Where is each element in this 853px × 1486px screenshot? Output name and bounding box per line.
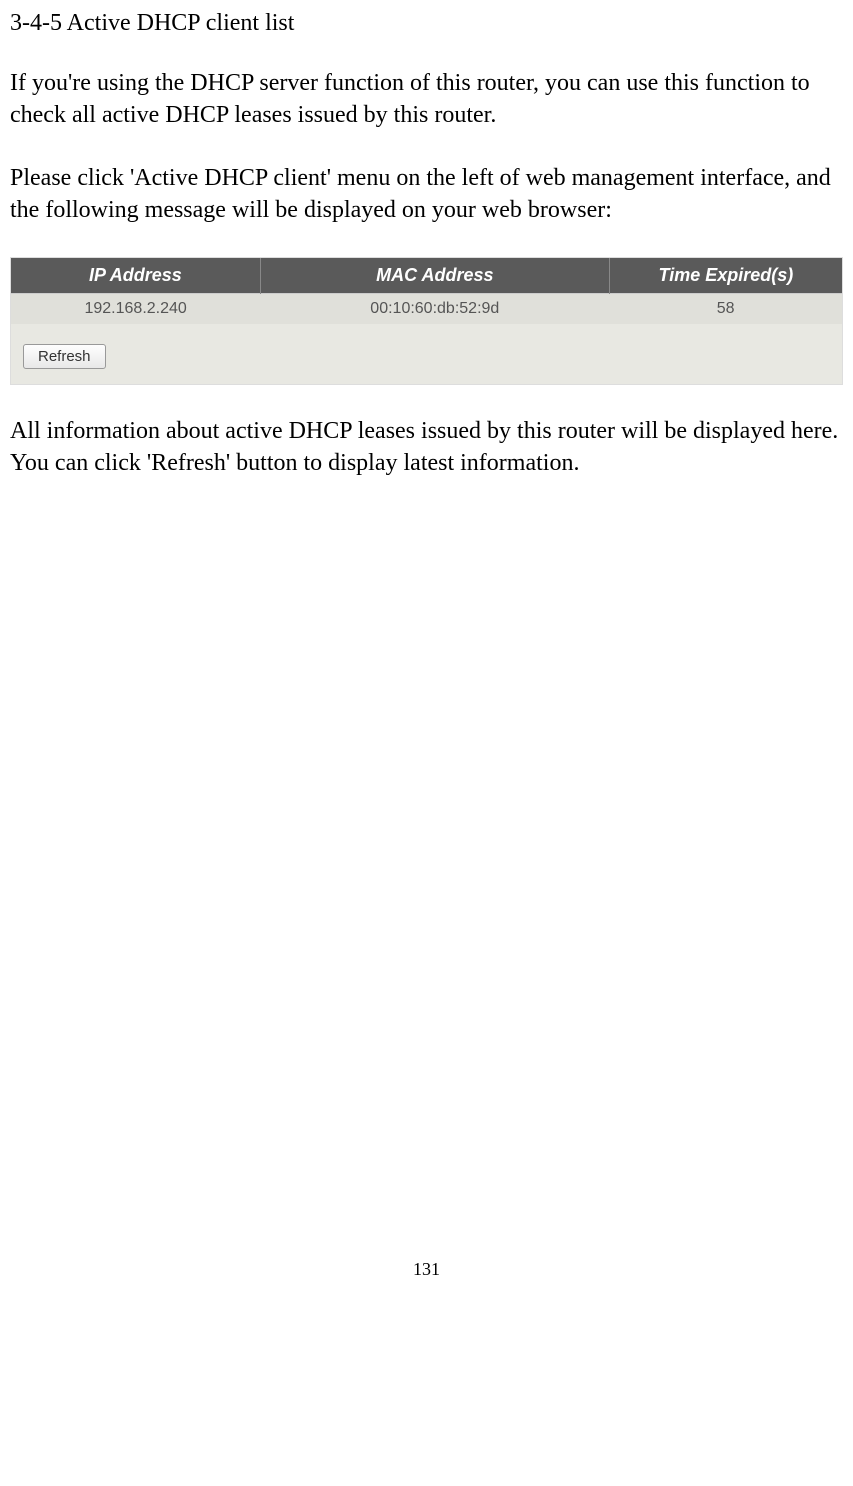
cell-ip: 192.168.2.240 bbox=[11, 293, 260, 324]
paragraph-explanation: All information about active DHCP leases… bbox=[10, 415, 843, 480]
column-header-ip: IP Address bbox=[11, 258, 260, 294]
page-number: 131 bbox=[10, 1259, 843, 1280]
table-row: 192.168.2.240 00:10:60:db:52:9d 58 bbox=[11, 293, 842, 324]
dhcp-client-table: IP Address MAC Address Time Expired(s) 1… bbox=[11, 258, 842, 324]
refresh-button[interactable]: Refresh bbox=[23, 344, 106, 369]
cell-time: 58 bbox=[609, 293, 842, 324]
cell-mac: 00:10:60:db:52:9d bbox=[260, 293, 609, 324]
column-header-time: Time Expired(s) bbox=[609, 258, 842, 294]
column-header-mac: MAC Address bbox=[260, 258, 609, 294]
dhcp-table-screenshot: IP Address MAC Address Time Expired(s) 1… bbox=[10, 257, 843, 385]
section-heading: 3-4-5 Active DHCP client list bbox=[10, 10, 843, 37]
paragraph-instruction: Please click 'Active DHCP client' menu o… bbox=[10, 162, 843, 227]
paragraph-intro: If you're using the DHCP server function… bbox=[10, 67, 843, 132]
